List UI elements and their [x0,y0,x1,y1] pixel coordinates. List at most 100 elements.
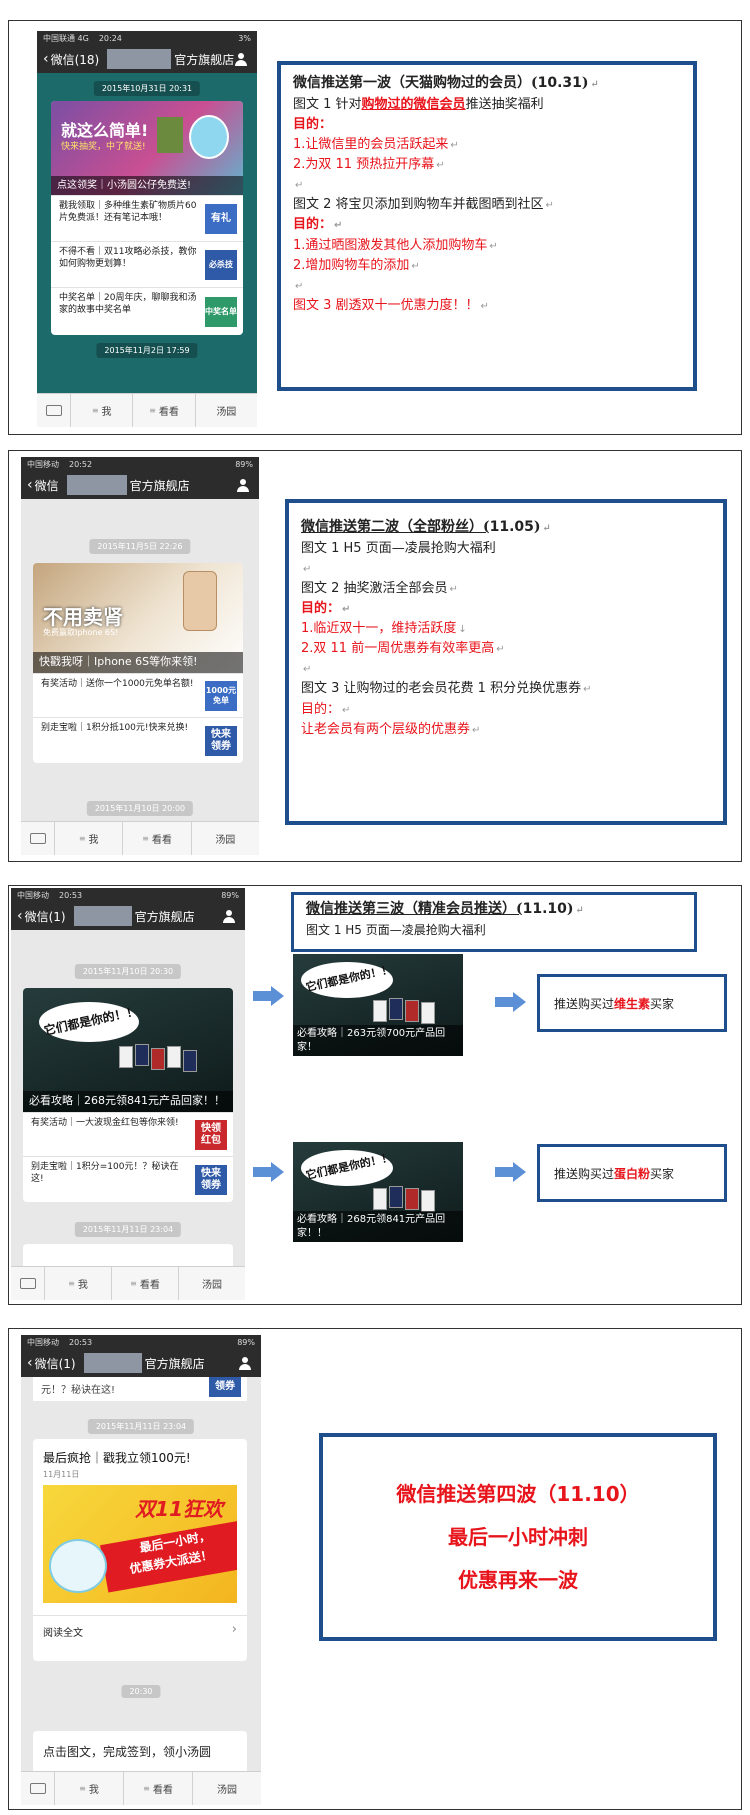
article-row[interactable]: 有奖活动｜一大波现金红包等你来领! 快领 红包 [23,1112,233,1156]
battery: 89% [221,890,239,900]
menu-tangyuan[interactable]: 汤园 [179,1267,245,1300]
menu-look[interactable]: ≡ 看看 [123,822,192,855]
chevron-left-icon: ‹ [27,477,33,493]
spacer: ↵ [295,280,304,292]
account-title: 官方旗舰店 [129,478,190,493]
arrow-right-icon [495,992,527,1012]
article-banner[interactable]: 它们都是你的！！ 必看攻略｜268元领841元产品回家！！ [23,988,233,1112]
chevron-left-icon: ‹ [43,51,49,67]
wave-3-description: 微信推送第三波（精准会员推送）(11.10) ↵ 图文 1 H5 页面—凌晨抢购大… [291,892,697,952]
article-title: 最后疯抢｜戳我立领100元! [43,1451,191,1465]
status-bar: 中国联通 4G 20:24 3% [37,31,257,45]
product-image [389,998,403,1020]
account-title: 官方旗舰店 [134,909,195,924]
item-1: 图文 1 针对购物过的微信会员推送抽奖福利 [293,96,544,112]
back-button[interactable]: ‹ 微信(18) [37,51,99,68]
clock: 20:52 [69,459,93,469]
article-row[interactable]: 不得不看｜双11攻略必杀技，教你如何购物更划算！ 必杀技 [51,241,243,287]
keyboard-icon[interactable] [37,394,71,427]
clock: 20:53 [69,1337,93,1347]
article-row[interactable]: 别走宝啦｜1积分=100元！？秘诀在这! 快来 领券 [23,1156,233,1202]
article-banner[interactable]: 不用卖肾 免费赢取Iphone 6S! 快戳我呀｜Iphone 6S等你来领! [33,563,243,673]
back-label: 微信(1) [24,909,66,924]
product-image [389,1186,403,1208]
account-title: 官方旗舰店 [174,52,235,67]
phone-screenshot: 中国移动 20:52 89% ‹ 微信 官方旗舰店 2015年11月5日 22:2… [21,457,259,855]
article-row[interactable]: 中奖名单｜20周年庆，聊聊我和汤家的故事中奖名单 中奖名单 [51,287,243,335]
keyboard-icon[interactable] [11,1267,45,1300]
goal-label: 目的： ↵ [293,217,343,233]
goal-3: 让老会员有两个层级的优惠券 ↵ [301,721,481,737]
bottom-menu: ≡ 我 ≡ 看看 汤园 [21,821,259,855]
panel-wave-4: 中国移动 20:53 89% ‹ 微信(1) 官方旗舰店 元！？秘诀在这! 领券 … [8,1328,742,1810]
menu-tangyuan[interactable]: 汤园 [192,822,259,855]
menu-me[interactable]: ≡ 我 [55,1772,124,1805]
article-banner[interactable]: 就这么简单! 快来抽奖，中了就送! 点这领奖｜小汤圆公仔免费送! [51,101,243,195]
article-banner[interactable]: 双11狂欢 最后一小时， 优惠券大派送！ [43,1485,237,1603]
article-card[interactable]: 最后疯抢｜戳我立领100元! 11月11日 双11狂欢 最后一小时， 优惠券大派… [33,1439,247,1661]
banner-subline: 免费赢取Iphone 6S! [43,628,119,637]
arrow-right-icon [253,986,285,1006]
read-more-row[interactable]: 阅读全文 › [33,1615,247,1645]
timestamp: 2015年11月11日 23:04 [74,1222,182,1237]
menu-look[interactable]: ≡ 看看 [133,394,196,427]
article-card[interactable]: 就这么简单! 快来抽奖，中了就送! 点这领奖｜小汤圆公仔免费送! 戳我领取｜多种… [51,101,243,335]
item-1: 图文 1 H5 页面—凌晨抢购大福利 [301,540,496,556]
nav-bar: ‹ 微信(18) 官方旗舰店 [37,45,257,73]
phone-screenshot: 中国移动 20:53 89% ‹ 微信(1) 官方旗舰店 2015年11月10日 … [11,888,245,1300]
article-row[interactable]: 别走宝啦｜1积分抵100元!快来兑换! 快来 领券 [33,717,243,763]
clock: 20:53 [59,890,83,900]
timestamp: 2015年11月2日 17:59 [96,343,198,358]
back-button[interactable]: ‹ 微信(1) [11,908,66,925]
product-image [167,1046,181,1068]
chevron-right-icon: › [231,1622,237,1637]
profile-icon[interactable] [235,53,247,66]
menu-tangyuan[interactable]: 汤园 [193,1772,261,1805]
segment-banner-protein: 它们都是你的！！ 必看攻略｜268元领841元产品回家！！ [293,1142,463,1242]
menu-me[interactable]: ≡ 我 [55,822,124,855]
mascot-image [189,115,229,159]
product-image [373,1188,387,1210]
timestamp: 2015年11月5日 22:26 [89,539,191,554]
article-card[interactable]: 不用卖肾 免费赢取Iphone 6S! 快戳我呀｜Iphone 6S等你来领! … [33,563,243,763]
article-row[interactable]: 戳我领取｜多种维生素矿物质片60片免费派！还有笔记本哦！ 有礼 [51,195,243,241]
profile-icon[interactable] [239,1357,251,1370]
menu-look[interactable]: ≡ 看看 [112,1267,179,1300]
product-image [421,1002,435,1024]
back-button[interactable]: ‹ 微信 [21,477,59,494]
back-label: 微信(18) [50,52,100,67]
wave-title: 微信推送第三波（精准会员推送）(11.10) ↵ [306,901,584,917]
row-thumbnail: 快领 红包 [195,1119,227,1150]
chevron-left-icon: ‹ [27,1355,33,1371]
profile-icon[interactable] [237,479,249,492]
arrow-right-icon [253,1162,285,1182]
keyboard-icon[interactable] [21,1772,55,1805]
keyboard-icon[interactable] [21,822,55,855]
carrier: 中国移动 [17,890,49,900]
row-thumbnail: 有礼 [205,203,237,234]
row-thumbnail: 中奖名单 [205,296,237,327]
article-caption: 必看攻略｜268元领841元产品回家！！ [23,1091,233,1112]
carrier: 中国联通 4G [43,33,89,43]
article-caption: 必看攻略｜263元领700元产品回家！ [293,1025,463,1056]
back-button[interactable]: ‹ 微信(1) [21,1355,76,1372]
wave-1-description: 微信推送第一波（天猫购物过的会员）(10.31) ↵ 图文 1 针对购物过的微信会… [277,61,697,391]
panel-wave-1: 中国联通 4G 20:24 3% ‹ 微信(18) 官方旗舰店 2015年10月3… [8,20,742,435]
goal-label: 目的： ↵ [301,600,351,616]
wave-title: 微信推送第二波（全部粉丝）(11.05) ↵ [301,519,551,535]
redacted-name [66,475,127,495]
product-image [151,1048,165,1070]
article-row[interactable]: 有奖活动｜送你一个1000元免单名额! 1000元 免单 [33,673,243,717]
menu-tangyuan[interactable]: 汤园 [196,394,257,427]
article-card[interactable]: 它们都是你的！！ 必看攻略｜268元领841元产品回家！！ 有奖活动｜一大波现金… [23,988,233,1202]
item-1: 图文 1 H5 页面—凌晨抢购大福利 [306,922,486,937]
status-bar: 中国移动 20:53 89% [21,1335,261,1349]
chevron-left-icon: ‹ [17,908,23,924]
menu-me[interactable]: ≡ 我 [71,394,134,427]
menu-me[interactable]: ≡ 我 [45,1267,112,1300]
profile-icon[interactable] [223,910,235,923]
clock: 20:24 [98,33,122,43]
timestamp: 2015年11月11日 23:04 [87,1419,195,1434]
menu-look[interactable]: ≡ 看看 [124,1772,193,1805]
arrow-right-icon [495,1162,527,1182]
